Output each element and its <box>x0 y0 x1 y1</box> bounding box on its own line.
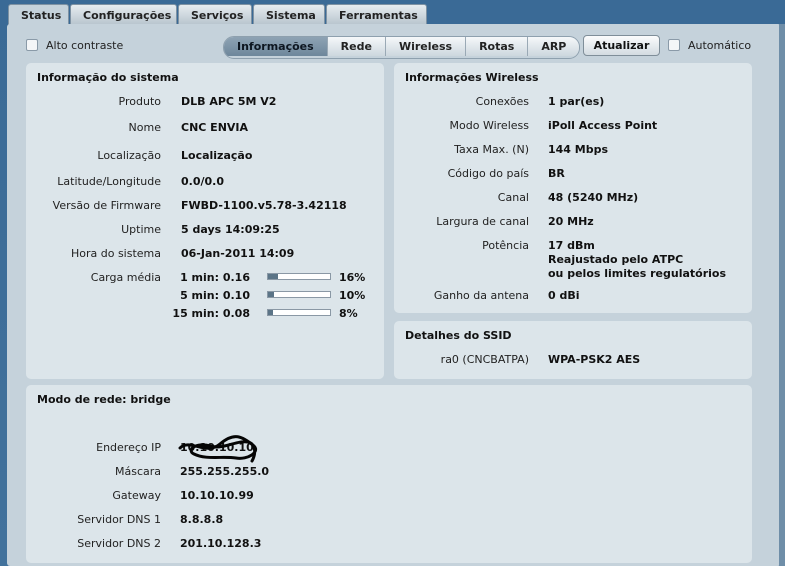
auto-refresh-label: Automático <box>688 39 752 52</box>
load-15min-label: 15 min: 0.08 <box>172 307 250 320</box>
nav-arp[interactable]: ARP <box>528 37 580 56</box>
system-time-value: 06-Jan-2011 14:09 <box>181 247 295 260</box>
tab-sistema[interactable]: Sistema <box>253 4 325 25</box>
load-15min-percent: 8% <box>339 307 358 320</box>
load-fill <box>268 274 278 279</box>
channel-label: Canal <box>497 191 529 204</box>
latlong-value: 0.0/0.0 <box>181 175 224 188</box>
country-code-label: Código do país <box>447 167 529 180</box>
nav-wireless[interactable]: Wireless <box>385 37 467 56</box>
connections-value: 1 par(es) <box>548 95 605 108</box>
netmask-value: 255.255.255.0 <box>180 465 270 478</box>
ip-address-label: Endereço IP <box>96 441 161 454</box>
nav-informacoes[interactable]: Informações <box>224 37 328 56</box>
power-label: Potência <box>482 239 529 252</box>
load-5min-bar <box>267 291 331 298</box>
uptime-label: Uptime <box>121 223 161 236</box>
nav-rede[interactable]: Rede <box>327 37 386 56</box>
power-note-atpc: Reajustado pelo ATPC <box>548 253 684 266</box>
scrollbar[interactable] <box>779 24 785 566</box>
info-nav: Informações Rede Wireless Rotas ARP <box>223 36 581 59</box>
uptime-value: 5 days 14:09:25 <box>181 223 280 236</box>
connections-label: Conexões <box>475 95 529 108</box>
ssid-title: Detalhes do SSID <box>405 329 512 342</box>
wireless-info-title: Informações Wireless <box>405 71 539 84</box>
max-rate-value: 144 Mbps <box>548 143 609 156</box>
load-1min-bar <box>267 273 331 280</box>
firmware-label: Versão de Firmware <box>52 199 161 212</box>
nav-rotas[interactable]: Rotas <box>466 37 529 56</box>
dns2-label: Servidor DNS 2 <box>77 537 161 550</box>
wireless-mode-value: iPoll Access Point <box>548 119 658 132</box>
channel-width-label: Largura de canal <box>436 215 529 228</box>
load-average-label: Carga média <box>90 271 161 284</box>
tab-servicos[interactable]: Serviços <box>178 4 252 25</box>
gateway-label: Gateway <box>112 489 161 502</box>
wireless-mode-label: Modo Wireless <box>449 119 529 132</box>
load-1min-percent: 16% <box>339 271 366 284</box>
system-time-label: Hora do sistema <box>70 247 161 260</box>
tab-configuracoes[interactable]: Configurações <box>70 4 177 25</box>
load-fill <box>268 310 273 315</box>
tab-status[interactable]: Status <box>8 4 69 26</box>
product-label: Produto <box>118 95 161 108</box>
latlong-label: Latitude/Longitude <box>57 175 161 188</box>
dns2-value: 201.10.128.3 <box>180 537 262 550</box>
gateway-value: 10.10.10.99 <box>180 489 254 502</box>
high-contrast-label: Alto contraste <box>46 39 124 52</box>
refresh-button[interactable]: Atualizar <box>583 35 660 56</box>
country-code-value: BR <box>548 167 565 180</box>
product-value: DLB APC 5M V2 <box>181 95 277 108</box>
dns1-value: 8.8.8.8 <box>180 513 224 526</box>
tab-ferramentas[interactable]: Ferramentas <box>326 4 427 25</box>
channel-width-value: 20 MHz <box>548 215 594 228</box>
network-mode-title: Modo de rede: bridge <box>37 393 171 406</box>
app-window: Status Configurações Serviços Sistema Fe… <box>0 0 785 566</box>
load-fill <box>268 292 275 297</box>
high-contrast-checkbox[interactable] <box>26 39 38 51</box>
antenna-gain-value: 0 dBi <box>548 289 580 302</box>
redaction-scribble <box>178 435 257 463</box>
power-value: 17 dBm <box>548 239 595 252</box>
load-1min-label: 1 min: 0.16 <box>180 271 250 284</box>
name-label: Nome <box>128 121 161 134</box>
location-label: Localização <box>97 149 161 162</box>
antenna-gain-label: Ganho da antena <box>433 289 529 302</box>
load-5min-percent: 10% <box>339 289 366 302</box>
ssid-interface-label: ra0 (CNCBATPA) <box>440 353 529 366</box>
system-info-panel <box>26 63 384 379</box>
name-value: CNC ENVIA <box>181 121 249 134</box>
system-info-title: Informação do sistema <box>37 71 179 84</box>
power-note-regulatory: ou pelos limites regulatórios <box>548 267 727 280</box>
dns1-label: Servidor DNS 1 <box>77 513 161 526</box>
load-15min-bar <box>267 309 331 316</box>
ssid-security-value: WPA-PSK2 AES <box>548 353 641 366</box>
firmware-value: FWBD-1100.v5.78-3.42118 <box>181 199 347 212</box>
auto-refresh-checkbox[interactable] <box>668 39 680 51</box>
netmask-label: Máscara <box>114 465 161 478</box>
max-rate-label: Taxa Max. (N) <box>454 143 529 156</box>
channel-value: 48 (5240 MHz) <box>548 191 639 204</box>
location-value: Localização <box>181 149 253 162</box>
load-5min-label: 5 min: 0.10 <box>180 289 250 302</box>
